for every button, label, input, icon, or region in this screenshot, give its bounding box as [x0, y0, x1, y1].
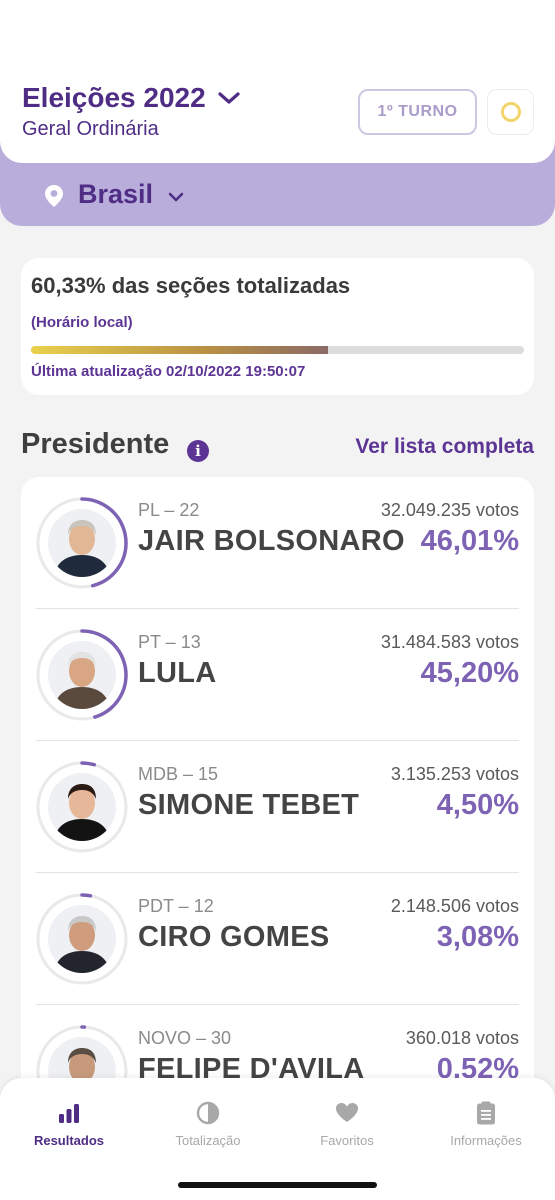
clipboard-icon — [477, 1101, 495, 1125]
nav-label: Resultados — [33, 1133, 105, 1148]
status-button[interactable] — [487, 89, 534, 135]
candidate-party: NOVO – 30 — [138, 1028, 232, 1048]
candidate-party: MDB – 15 — [138, 764, 219, 784]
candidate-name: LULA — [138, 657, 217, 689]
info-icon[interactable]: i — [187, 440, 209, 462]
progress-headline: 60,33% das seções totalizadas — [31, 273, 351, 298]
last-update: Última atualização 02/10/2022 19:50:07 — [31, 363, 306, 380]
nav-totalizacao[interactable]: Totalização — [139, 1100, 277, 1148]
progress-bar-fill — [31, 346, 329, 354]
header: Eleições 2022 Geral Ordinária 1º TURNO — [0, 0, 555, 163]
totalization-progress-card: 60,33% das seções totalizadas (Horário l… — [21, 258, 534, 395]
candidate-percent: 3,08% — [436, 921, 519, 953]
heart-icon — [336, 1103, 358, 1122]
local-time-note: (Horário local) — [31, 314, 133, 331]
home-indicator — [178, 1182, 377, 1188]
candidate-row[interactable]: PDT – 12 CIRO GOMES 2.148.506 votos 3,08% — [21, 873, 534, 1005]
candidate-photo — [48, 773, 116, 841]
candidate-votes: 31.484.583 votos — [380, 632, 519, 652]
candidate-votes: 3.135.253 votos — [390, 764, 519, 784]
nav-informacoes[interactable]: Informações — [417, 1100, 555, 1148]
candidates-list: PL – 22 JAIR BOLSONARO 32.049.235 votos 46,… — [21, 477, 534, 1117]
chevron-down-icon[interactable] — [167, 190, 185, 204]
nav-label: Favoritos — [320, 1133, 374, 1148]
location-selector[interactable]: Brasil — [78, 179, 153, 210]
nav-resultados[interactable]: Resultados — [0, 1100, 138, 1148]
status-ring-icon — [501, 102, 521, 122]
candidate-row[interactable]: PL – 22 JAIR BOLSONARO 32.049.235 votos 46,… — [21, 477, 534, 609]
nav-favoritos[interactable]: Favoritos — [278, 1100, 416, 1148]
candidate-percent: 4,50% — [436, 789, 519, 821]
nav-label: Informações — [450, 1133, 522, 1148]
candidate-percent: 45,20% — [420, 657, 519, 689]
candidate-party: PL – 22 — [138, 500, 200, 520]
progress-bar — [31, 346, 524, 354]
full-list-link[interactable]: Ver lista completa — [355, 435, 534, 459]
candidate-photo — [48, 509, 116, 577]
nav-label: Totalização — [175, 1133, 241, 1148]
candidate-votes: 2.148.506 votos — [390, 896, 519, 916]
bar-chart-icon — [59, 1104, 79, 1123]
candidate-photo — [48, 905, 116, 973]
election-title[interactable]: Eleições 2022 — [22, 82, 206, 114]
candidate-name: CIRO GOMES — [138, 921, 330, 953]
candidate-name: JAIR BOLSONARO — [138, 525, 405, 557]
candidate-percent: 46,01% — [420, 525, 519, 557]
candidate-name: SIMONE TEBET — [138, 789, 360, 821]
election-subtitle: Geral Ordinária — [22, 118, 159, 140]
section-title: Presidente — [21, 428, 170, 460]
candidate-party: PDT – 12 — [138, 896, 214, 916]
candidate-row[interactable]: PT – 13 LULA 31.484.583 votos 45,20% — [21, 609, 534, 741]
candidate-votes: 32.049.235 votos — [380, 500, 519, 520]
chevron-down-icon[interactable] — [216, 88, 242, 108]
turno-button[interactable]: 1º TURNO — [358, 89, 477, 135]
location-pin-icon — [45, 185, 63, 207]
candidate-party: PT – 13 — [138, 632, 201, 652]
pie-chart-icon — [196, 1101, 220, 1125]
candidate-votes: 360.018 votos — [405, 1028, 519, 1048]
candidate-photo — [48, 641, 116, 709]
candidate-row[interactable]: MDB – 15 SIMONE TEBET 3.135.253 votos 4,50% — [21, 741, 534, 873]
